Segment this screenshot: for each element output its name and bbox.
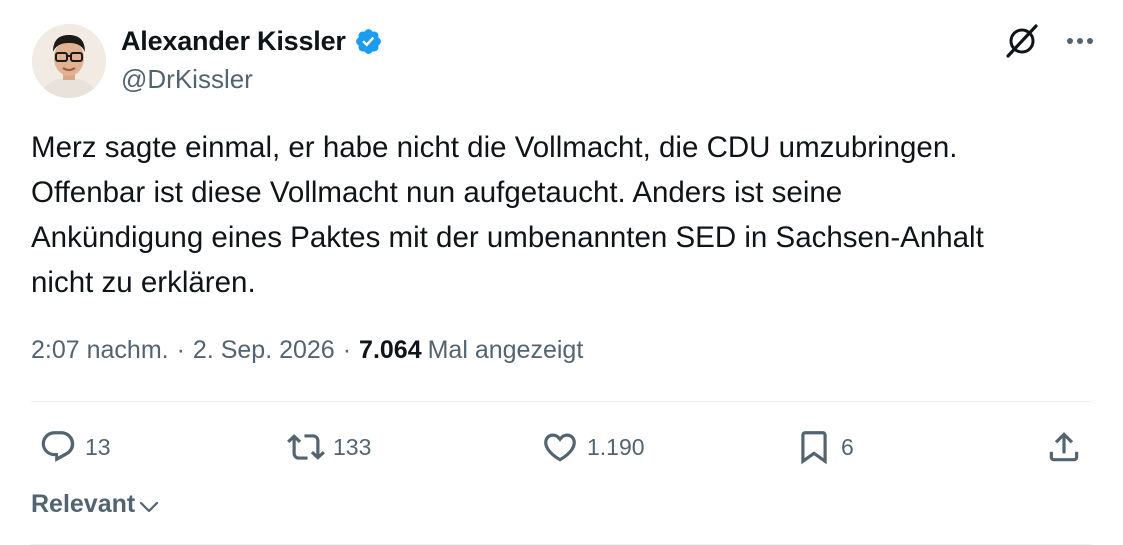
reply-button[interactable]: 13 <box>39 424 111 470</box>
repost-icon <box>287 434 325 460</box>
repost-count: 133 <box>333 433 372 460</box>
verified-badge-icon[interactable] <box>354 27 383 56</box>
tweet-date[interactable]: 2. Sep. 2026 <box>193 336 335 365</box>
avatar[interactable] <box>32 24 106 98</box>
share-icon <box>1049 432 1079 462</box>
sort-replies-dropdown[interactable]: Relevant <box>31 490 161 519</box>
author-name[interactable]: Alexander Kissler <box>121 26 346 57</box>
bookmark-icon <box>801 431 827 465</box>
meta-separator: · <box>176 336 185 364</box>
like-icon <box>544 433 576 462</box>
divider <box>31 401 1092 402</box>
author-handle[interactable]: @DrKissler <box>121 64 253 95</box>
grok-icon[interactable] <box>1003 22 1041 60</box>
repost-button[interactable]: 133 <box>287 424 371 470</box>
avatar-photo <box>32 24 106 98</box>
meta-separator: · <box>342 336 352 364</box>
share-button[interactable] <box>1045 424 1083 470</box>
chevron-down-icon <box>140 501 159 512</box>
tweet-text: Merz sagte einmal, er habe nicht die Vol… <box>31 131 984 299</box>
reply-count: 13 <box>85 433 111 460</box>
like-button[interactable]: 1.190 <box>541 424 645 470</box>
top-actions <box>1003 22 1095 60</box>
bookmark-count: 6 <box>841 433 854 460</box>
like-count: 1.190 <box>587 433 645 460</box>
tweet-time[interactable]: 2:07 nachm. <box>31 336 169 365</box>
bookmark-button[interactable]: 6 <box>795 424 854 470</box>
views-count: 7.064 <box>359 336 422 364</box>
views-label: Mal angezeigt <box>427 336 584 364</box>
more-icon[interactable] <box>1065 22 1095 60</box>
sort-label: Relevant <box>31 490 136 518</box>
author-name-row: Alexander Kissler <box>121 26 383 57</box>
tweet-meta: 2:07 nachm. · 2. Sep. 2026 · 7.064 Mal a… <box>31 336 583 365</box>
reply-icon <box>41 431 75 462</box>
